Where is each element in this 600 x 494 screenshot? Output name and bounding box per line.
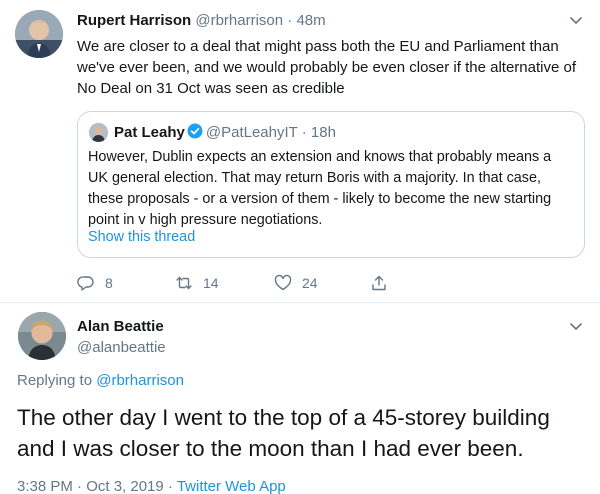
timestamp[interactable]: 3:38 PM · Oct 3, 2019 ·: [17, 478, 177, 494]
chevron-down-icon[interactable]: [566, 10, 586, 30]
tweet-text: We are closer to a deal that might pass …: [77, 38, 576, 97]
author-handle[interactable]: @rbrharrison: [195, 12, 283, 29]
tweet-header: Rupert Harrison @rbrharrison · 48m: [77, 12, 326, 29]
reply-author-name[interactable]: Alan Beattie: [77, 318, 164, 335]
reply-author-handle[interactable]: @alanbeattie: [77, 339, 166, 356]
like-button[interactable]: 24: [274, 272, 318, 294]
tweet-meta: 3:38 PM · Oct 3, 2019 · Twitter Web App: [17, 478, 286, 494]
avatar[interactable]: [18, 312, 66, 360]
source-link[interactable]: Twitter Web App: [177, 478, 286, 494]
tweet-age[interactable]: 48m: [296, 12, 325, 29]
reply-icon: [77, 276, 94, 291]
retweet-count: 14: [203, 275, 219, 291]
quoted-tweet-card[interactable]: Rupert Harrison @rbrharrison · 48m We ar…: [0, 0, 600, 302]
retweet-button[interactable]: 14: [175, 272, 219, 294]
avatar-image: [89, 123, 108, 142]
quoted-author-name[interactable]: Pat Leahy: [114, 124, 185, 141]
quoted-author-handle[interactable]: @PatLeahyIT: [206, 124, 298, 141]
separator-dot: ·: [301, 124, 307, 141]
verified-badge-icon: [187, 123, 203, 139]
reply-text: The other day I went to the top of a 45-…: [17, 405, 550, 461]
quoted-avatar[interactable]: [89, 123, 108, 142]
quoted-header: Pat Leahy @PatLeahyIT · 18h: [114, 123, 336, 141]
quoted-age[interactable]: 18h: [311, 124, 336, 141]
tweet-actions: 8 14 24: [77, 272, 417, 294]
show-thread-link[interactable]: Show this thread: [88, 229, 195, 245]
avatar-image: [18, 312, 66, 360]
share-button[interactable]: [370, 272, 388, 294]
avatar[interactable]: [15, 10, 63, 58]
avatar-image: [15, 10, 63, 58]
replying-to: Replying to @rbrharrison: [17, 372, 184, 389]
reply-count: 8: [105, 275, 113, 291]
quoted-tweet[interactable]: Pat Leahy @PatLeahyIT · 18h However, Dub…: [77, 111, 585, 258]
chevron-down-icon[interactable]: [566, 316, 586, 336]
replying-to-link[interactable]: @rbrharrison: [96, 372, 184, 389]
heart-icon: [274, 274, 292, 291]
replying-label: Replying to: [17, 372, 93, 389]
author-name[interactable]: Rupert Harrison: [77, 12, 191, 29]
reply-button[interactable]: 8: [77, 272, 113, 294]
quoted-text: However, Dublin expects an extension and…: [88, 149, 552, 228]
like-count: 24: [302, 275, 318, 291]
separator-dot: ·: [287, 12, 293, 29]
divider: [0, 302, 600, 303]
share-icon: [372, 275, 386, 291]
retweet-icon: [176, 276, 192, 290]
